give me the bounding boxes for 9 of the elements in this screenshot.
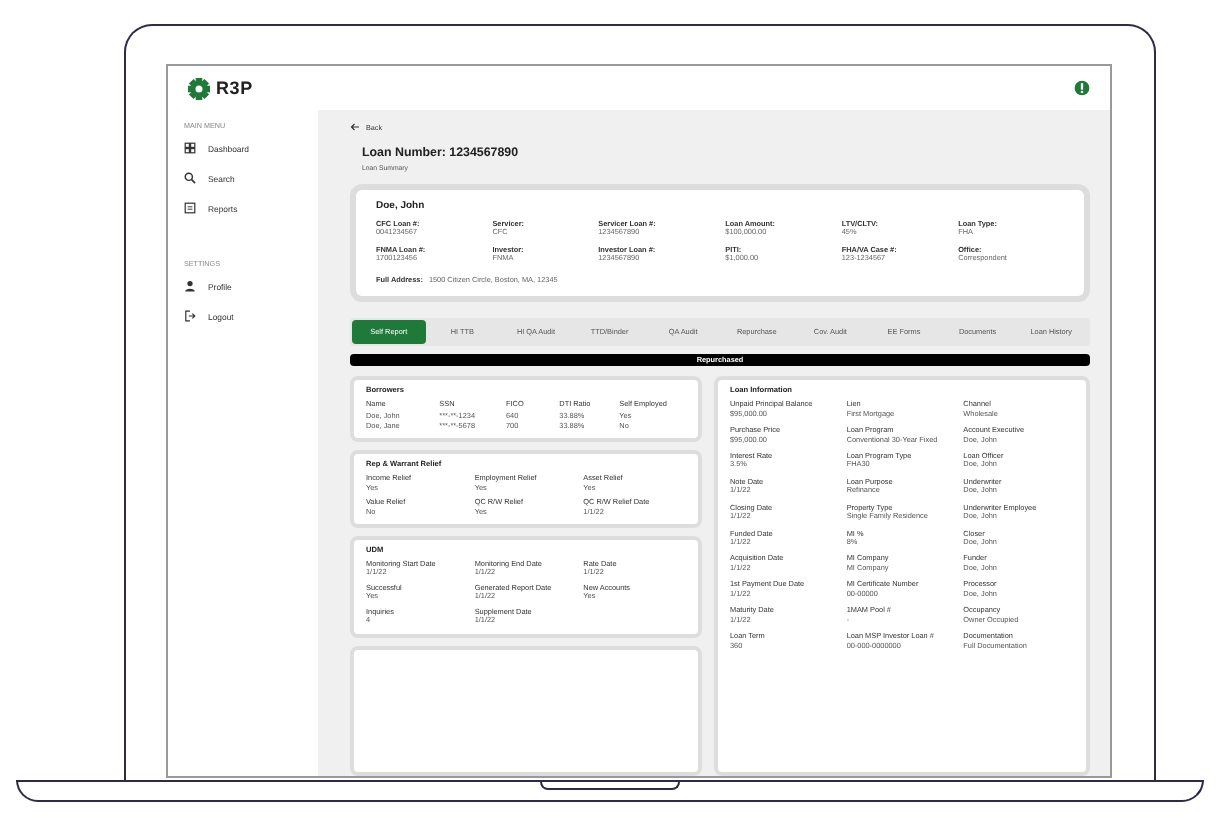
- alert-icon: [1074, 80, 1090, 96]
- logout-icon: [184, 310, 196, 322]
- search-icon: [184, 172, 196, 184]
- arrow-left-icon: [350, 122, 360, 132]
- dashboard-icon: [184, 142, 196, 154]
- logo-text: R3P: [216, 78, 253, 98]
- document-icon: [184, 202, 196, 214]
- user-icon: [184, 280, 196, 292]
- logo-icon: [188, 77, 210, 99]
